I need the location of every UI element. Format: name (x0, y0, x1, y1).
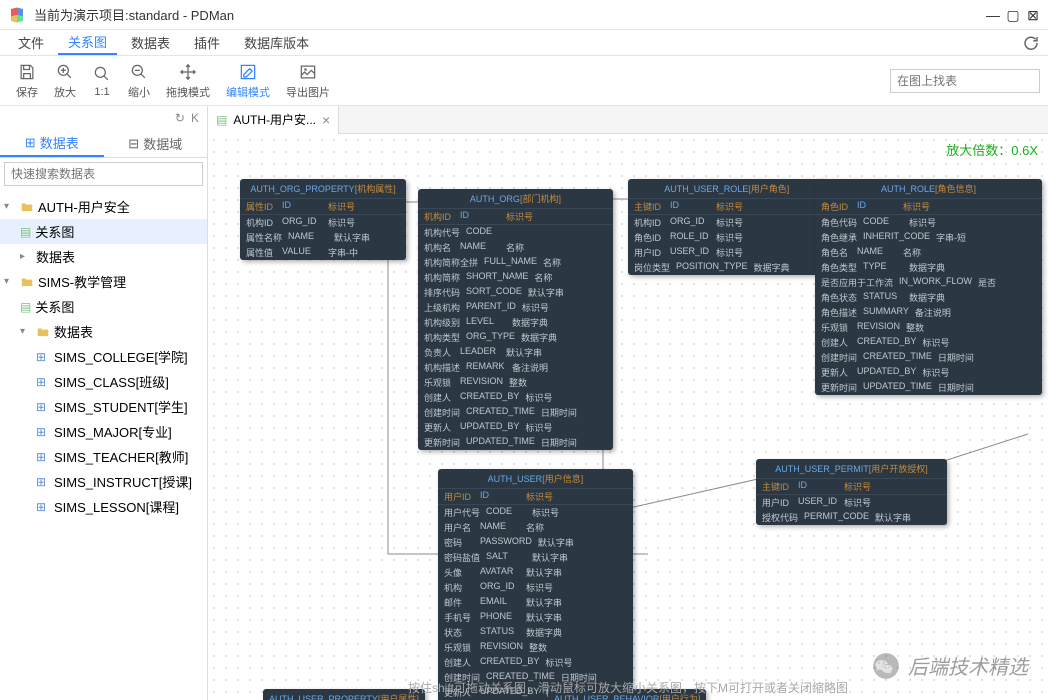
entity-auth-user-role[interactable]: AUTH_USER_ROLE[用户角色]主键IDID标识号机构IDORG_ID标… (628, 179, 826, 275)
tree-tables-folder-sims[interactable]: ▾数据表 (0, 319, 207, 344)
menu-relation[interactable]: 关系图 (58, 30, 117, 55)
menu-plugin[interactable]: 插件 (184, 31, 230, 54)
watermark: 后端技术精选 (872, 651, 1028, 680)
entity-auth-user-permit[interactable]: AUTH_USER_PERMIT[用户开放授权]主键IDID标识号用户IDUSE… (756, 459, 947, 525)
entity-auth-org[interactable]: AUTH_ORG[部门机构]机构IDID标识号机构代号CODE机构名NAME名称… (418, 189, 613, 450)
wechat-icon (872, 652, 900, 680)
menu-table[interactable]: 数据表 (121, 31, 180, 54)
zoomout-button[interactable]: 缩小 (120, 60, 158, 102)
close-icon[interactable]: ⊠ (1026, 8, 1040, 22)
menu-file[interactable]: 文件 (8, 31, 54, 54)
table-icon: ⊞ (36, 475, 50, 489)
canvas-hint: 按住shift可拖动关系图，滑动鼠标可放大缩小关系图，按下M可打开或者关闭缩略图 (208, 679, 1048, 696)
refresh-icon[interactable] (1022, 34, 1040, 52)
editor-tab[interactable]: ▤ AUTH-用户安... × (208, 106, 339, 134)
menubar: 文件 关系图 数据表 插件 数据库版本 (0, 30, 1048, 56)
folder-icon (20, 200, 34, 214)
table-icon: ⊞ (36, 450, 50, 464)
tree-relation-sims[interactable]: ▤关系图 (0, 294, 207, 319)
table-icon: ⊞ (36, 425, 50, 439)
zoom-indicator: 放大倍数：0.6X (946, 140, 1038, 159)
collapse-tree-icon[interactable]: K (191, 111, 199, 125)
editor-tabs: ▤ AUTH-用户安... × (208, 106, 1048, 134)
window-title: 当前为演示项目:standard - PDMan (34, 5, 986, 24)
tree-table[interactable]: ⊞SIMS_CLASS[班级] (0, 369, 207, 394)
entity-auth-user[interactable]: AUTH_USER[用户信息]用户IDID标识号用户代号CODE标识号用户名NA… (438, 469, 633, 700)
tree-group-sims[interactable]: ▾SIMS-教学管理 (0, 269, 207, 294)
tab-label: AUTH-用户安... (233, 111, 316, 128)
sidebar: ↻ K ⊞数据表 ⊟数据域 ▾AUTH-用户安全 ▤关系图 ▸数据表 ▾SIMS… (0, 106, 208, 700)
save-button[interactable]: 保存 (8, 60, 46, 102)
zoom-ratio-button[interactable]: 1:1 (84, 62, 120, 100)
titlebar: 当前为演示项目:standard - PDMan — ▢ ⊠ (0, 0, 1048, 30)
export-image-button[interactable]: 导出图片 (278, 60, 338, 102)
minimize-icon[interactable]: — (986, 8, 1000, 22)
entity-auth-org-property[interactable]: AUTH_ORG_PROPERTY[机构属性]属性IDID标识号机构IDORG_… (240, 179, 406, 260)
tree-table[interactable]: ⊞SIMS_INSTRUCT[授课] (0, 469, 207, 494)
maximize-icon[interactable]: ▢ (1006, 8, 1020, 22)
window-controls: — ▢ ⊠ (986, 8, 1040, 22)
tree-table[interactable]: ⊞SIMS_COLLEGE[学院] (0, 344, 207, 369)
tree-tables-folder-auth[interactable]: ▸数据表 (0, 244, 207, 269)
diagram-canvas[interactable]: 放大倍数：0.6X AUTH_ORG_PROPERTY[机构属性]属性IDID标… (208, 134, 1048, 700)
refresh-tree-icon[interactable]: ↻ (175, 111, 185, 125)
relation-icon: ▤ (20, 300, 31, 314)
canvas-search-input[interactable] (890, 69, 1040, 93)
entity-auth-role[interactable]: AUTH_ROLE[角色信息]角色IDID标识号角色代码CODE标识号角色继承I… (815, 179, 1042, 395)
tree: ▾AUTH-用户安全 ▤关系图 ▸数据表 ▾SIMS-教学管理 ▤关系图 ▾数据… (0, 190, 207, 700)
table-icon: ⊞ (36, 375, 50, 389)
menu-dbversion[interactable]: 数据库版本 (234, 31, 319, 54)
tab-close-icon[interactable]: × (322, 112, 330, 128)
drag-mode-button[interactable]: 拖拽模式 (158, 60, 218, 102)
tree-group-auth[interactable]: ▾AUTH-用户安全 (0, 194, 207, 219)
folder-icon (20, 275, 34, 289)
table-icon: ⊞ (36, 400, 50, 414)
zoomin-button[interactable]: 放大 (46, 60, 84, 102)
content-area: ▤ AUTH-用户安... × 放大倍数：0.6X AUTH_ORG_PROPE… (208, 106, 1048, 700)
sidebar-tab-domains[interactable]: ⊟数据域 (104, 130, 208, 157)
edit-mode-button[interactable]: 编辑模式 (218, 60, 278, 102)
relation-icon: ▤ (216, 113, 227, 127)
table-icon: ⊞ (36, 350, 50, 364)
tree-table[interactable]: ⊞SIMS_MAJOR[专业] (0, 419, 207, 444)
toolbar: 保存 放大 1:1 缩小 拖拽模式 编辑模式 导出图片 (0, 56, 1048, 106)
sidebar-tools: ↻ K (0, 106, 207, 130)
tree-table[interactable]: ⊞SIMS_LESSON[课程] (0, 494, 207, 519)
sidebar-search-input[interactable] (4, 162, 203, 186)
app-logo-icon (8, 6, 26, 24)
table-icon: ⊞ (36, 500, 50, 514)
relation-icon: ▤ (20, 225, 31, 239)
sidebar-tab-tables[interactable]: ⊞数据表 (0, 130, 104, 157)
tree-table[interactable]: ⊞SIMS_TEACHER[教师] (0, 444, 207, 469)
folder-icon (36, 325, 50, 339)
tree-relation-auth[interactable]: ▤关系图 (0, 219, 207, 244)
tree-table[interactable]: ⊞SIMS_STUDENT[学生] (0, 394, 207, 419)
